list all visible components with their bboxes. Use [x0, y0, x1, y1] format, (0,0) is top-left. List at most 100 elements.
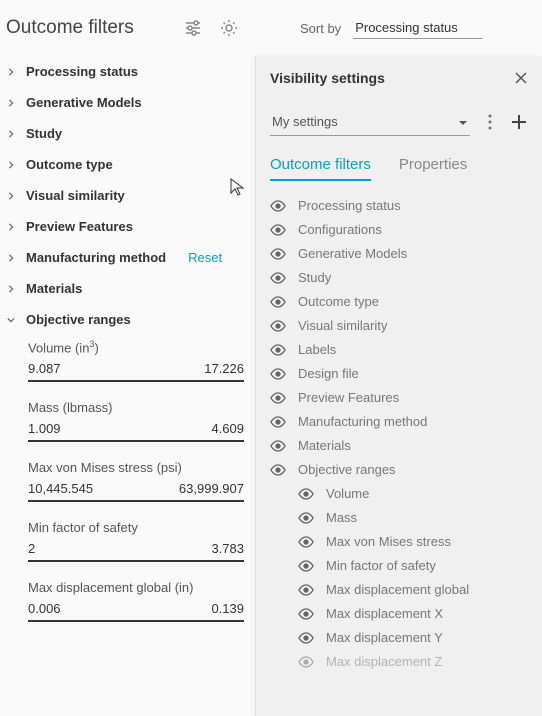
vis-subitem-volume[interactable]: Volume [270, 481, 528, 505]
gear-icon[interactable] [220, 19, 238, 37]
eye-icon [270, 295, 286, 307]
eye-icon [270, 463, 286, 475]
range-min: 2 [28, 541, 35, 556]
range-label: Min factor of safety [28, 520, 244, 535]
more-vertical-icon[interactable] [482, 114, 498, 130]
settings-select[interactable]: My settings [270, 108, 470, 136]
filter-visual-similarity[interactable]: Visual similarity [6, 180, 244, 211]
filter-label: Objective ranges [26, 312, 131, 327]
range-label: Max von Mises stress (psi) [28, 460, 244, 475]
filter-label: Visual similarity [26, 188, 125, 203]
vis-label: Outcome type [298, 294, 379, 309]
vis-label: Study [298, 270, 331, 285]
filter-processing-status[interactable]: Processing status [6, 56, 244, 87]
chevron-right-icon [6, 253, 16, 263]
range-min: 9.087 [28, 361, 61, 376]
chevron-right-icon [6, 129, 16, 139]
eye-icon [270, 367, 286, 379]
range-label: Max displacement global (in) [28, 580, 244, 595]
settings-row: My settings [256, 100, 542, 150]
plus-icon[interactable] [510, 113, 528, 131]
sort-label: Sort by [300, 21, 341, 36]
filter-generative-models[interactable]: Generative Models [6, 87, 244, 118]
range-label: Volume (in3) [28, 339, 244, 355]
range-min: 0.006 [28, 601, 61, 616]
range-slider[interactable]: 1.009 4.609 [28, 421, 244, 442]
range-max: 63,999.907 [179, 481, 244, 496]
vis-subitem-disp-y[interactable]: Max displacement Y [270, 625, 528, 649]
filter-outcome-type[interactable]: Outcome type [6, 149, 244, 180]
range-slider[interactable]: 2 3.783 [28, 541, 244, 562]
visibility-title: Visibility settings [270, 70, 385, 86]
left-panel: Outcome filters Processing status [0, 0, 250, 716]
vis-item-processing-status[interactable]: Processing status [270, 193, 528, 217]
range-slider[interactable]: 10,445.545 63,999.907 [28, 481, 244, 502]
range-label-post: ) [94, 340, 98, 355]
filter-label: Outcome type [26, 157, 113, 172]
vis-label: Max displacement global [326, 582, 469, 597]
vis-subitem-safety[interactable]: Min factor of safety [270, 553, 528, 577]
vis-subitem-mass[interactable]: Mass [270, 505, 528, 529]
header-row: Outcome filters [0, 0, 250, 56]
vis-item-study[interactable]: Study [270, 265, 528, 289]
eye-icon [270, 199, 286, 211]
eye-icon [270, 271, 286, 283]
filter-objective-ranges[interactable]: Objective ranges [6, 304, 244, 335]
vis-subitem-disp-global[interactable]: Max displacement global [270, 577, 528, 601]
vis-subitem-disp-x[interactable]: Max displacement X [270, 601, 528, 625]
vis-item-objective-ranges[interactable]: Objective ranges [270, 457, 528, 481]
settings-select-value: My settings [272, 114, 338, 129]
filter-preview-features[interactable]: Preview Features [6, 211, 244, 242]
vis-item-materials[interactable]: Materials [270, 433, 528, 457]
filter-label: Manufacturing method [26, 250, 166, 265]
close-icon[interactable] [514, 71, 528, 85]
range-disp: Max displacement global (in) 0.006 0.139 [28, 580, 244, 622]
eye-icon [270, 439, 286, 451]
eye-icon [270, 247, 286, 259]
range-volume: Volume (in3) 9.087 17.226 [28, 339, 244, 382]
vis-label: Configurations [298, 222, 382, 237]
vis-item-visual-similarity[interactable]: Visual similarity [270, 313, 528, 337]
vis-subitem-vonmises[interactable]: Max von Mises stress [270, 529, 528, 553]
vis-item-manufacturing-method[interactable]: Manufacturing method [270, 409, 528, 433]
range-slider[interactable]: 9.087 17.226 [28, 361, 244, 382]
sliders-icon[interactable] [184, 19, 202, 37]
vis-subitem-disp-z[interactable]: Max displacement Z [270, 649, 528, 673]
range-safety: Min factor of safety 2 3.783 [28, 520, 244, 562]
vis-label: Labels [298, 342, 336, 357]
visibility-tabs: Outcome filters Properties [256, 150, 542, 181]
tab-properties[interactable]: Properties [399, 156, 467, 181]
chevron-right-icon [6, 222, 16, 232]
chevron-right-icon [6, 284, 16, 294]
visibility-header: Visibility settings [256, 56, 542, 100]
sort-select[interactable]: Processing status [353, 17, 483, 39]
vis-item-outcome-type[interactable]: Outcome type [270, 289, 528, 313]
vis-label: Design file [298, 366, 359, 381]
vis-label: Manufacturing method [298, 414, 427, 429]
range-min: 1.009 [28, 421, 61, 436]
filter-study[interactable]: Study [6, 118, 244, 149]
vis-label: Mass [326, 510, 357, 525]
vis-item-configurations[interactable]: Configurations [270, 217, 528, 241]
header-icons [184, 19, 244, 37]
vis-item-generative-models[interactable]: Generative Models [270, 241, 528, 265]
tab-outcome-filters[interactable]: Outcome filters [270, 156, 371, 181]
eye-icon [298, 511, 314, 523]
range-vonmises: Max von Mises stress (psi) 10,445.545 63… [28, 460, 244, 502]
visibility-list: Processing status Configurations Generat… [256, 181, 542, 681]
eye-icon [298, 631, 314, 643]
range-slider[interactable]: 0.006 0.139 [28, 601, 244, 622]
vis-label: Max displacement Y [326, 630, 443, 645]
reset-link[interactable]: Reset [188, 250, 222, 265]
eye-icon [298, 655, 314, 667]
vis-item-design-file[interactable]: Design file [270, 361, 528, 385]
vis-item-preview-features[interactable]: Preview Features [270, 385, 528, 409]
range-label: Mass (lbmass) [28, 400, 244, 415]
filter-materials[interactable]: Materials [6, 273, 244, 304]
range-mass: Mass (lbmass) 1.009 4.609 [28, 400, 244, 442]
eye-icon [270, 343, 286, 355]
filter-manufacturing-method[interactable]: Manufacturing method Reset [6, 242, 244, 273]
vis-item-labels[interactable]: Labels [270, 337, 528, 361]
ranges-block: Volume (in3) 9.087 17.226 Mass (lbmass) … [0, 335, 250, 622]
page-title: Outcome filters [6, 17, 184, 39]
